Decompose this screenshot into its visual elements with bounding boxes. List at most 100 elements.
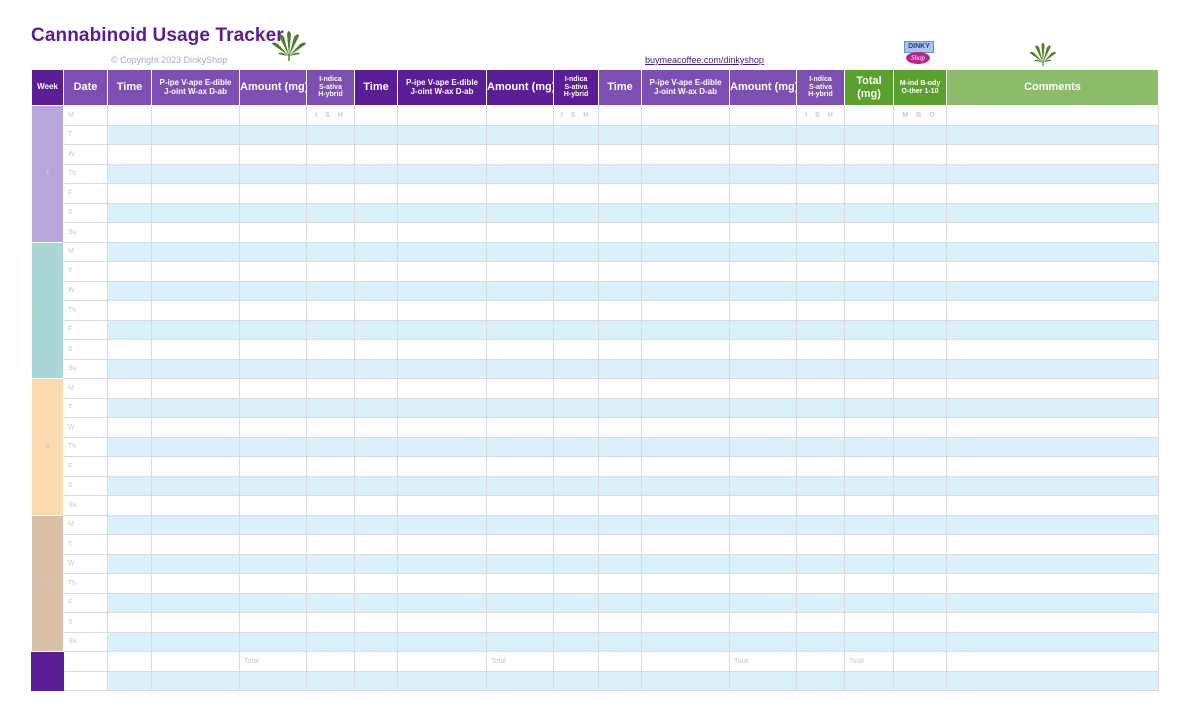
entry-cell[interactable] — [946, 495, 1159, 516]
entry-cell[interactable] — [641, 534, 730, 555]
entry-cell[interactable] — [151, 573, 240, 594]
entry-cell[interactable] — [598, 378, 642, 399]
entry-cell[interactable] — [239, 183, 307, 204]
entry-cell[interactable] — [844, 631, 894, 652]
entry-cell[interactable] — [641, 495, 730, 516]
entry-cell[interactable] — [946, 475, 1159, 496]
entry-cell[interactable] — [486, 202, 554, 223]
entry-cell[interactable] — [107, 163, 152, 184]
entry-cell[interactable] — [151, 553, 240, 574]
entry-cell[interactable] — [729, 105, 797, 126]
entry-cell[interactable] — [306, 202, 355, 223]
entry-cell[interactable] — [354, 339, 398, 360]
entry-cell[interactable] — [598, 105, 642, 126]
entry-cell[interactable] — [239, 573, 307, 594]
entry-cell[interactable] — [107, 202, 152, 223]
entry-cell[interactable] — [796, 592, 845, 613]
entry-cell[interactable] — [107, 261, 152, 282]
entry-cell[interactable] — [844, 592, 894, 613]
entry-cell[interactable] — [239, 105, 307, 126]
entry-cell[interactable] — [796, 124, 845, 145]
entry-cell[interactable] — [946, 183, 1159, 204]
day-label[interactable]: Su — [63, 358, 108, 379]
day-label[interactable]: Su — [63, 631, 108, 652]
entry-cell[interactable] — [354, 475, 398, 496]
entry-cell[interactable] — [354, 378, 398, 399]
entry-cell[interactable] — [397, 202, 487, 223]
entry-cell[interactable] — [553, 300, 599, 321]
entry-cell[interactable] — [729, 417, 797, 438]
entry-cell[interactable] — [844, 378, 894, 399]
entry-cell[interactable] — [239, 436, 307, 457]
entry-cell[interactable] — [397, 183, 487, 204]
entry-cell[interactable] — [946, 514, 1159, 535]
entry-cell[interactable] — [397, 475, 487, 496]
entry-cell[interactable] — [796, 222, 845, 243]
entry-cell[interactable] — [486, 631, 554, 652]
entry-cell[interactable] — [486, 124, 554, 145]
entry-cell[interactable] — [641, 241, 730, 262]
entry-cell[interactable] — [239, 163, 307, 184]
entry-cell[interactable] — [796, 163, 845, 184]
buymeacoffee-link[interactable]: buymeacoffee.com/dinkyshop — [645, 55, 764, 65]
entry-cell[interactable] — [796, 397, 845, 418]
entry-cell[interactable] — [729, 378, 797, 399]
entry-cell[interactable] — [397, 105, 487, 126]
entry-cell[interactable] — [893, 241, 947, 262]
entry-cell[interactable] — [486, 300, 554, 321]
entry-cell[interactable] — [486, 280, 554, 301]
entry-cell[interactable] — [354, 592, 398, 613]
entry-cell[interactable] — [844, 124, 894, 145]
entry-cell[interactable] — [729, 144, 797, 165]
entry-cell[interactable] — [354, 514, 398, 535]
entry-cell[interactable] — [486, 241, 554, 262]
entry-cell[interactable] — [239, 417, 307, 438]
entry-cell[interactable] — [239, 241, 307, 262]
entry-cell[interactable] — [151, 417, 240, 438]
entry-cell[interactable] — [553, 436, 599, 457]
entry-cell[interactable] — [151, 241, 240, 262]
entry-cell[interactable] — [946, 124, 1159, 145]
entry-cell[interactable] — [893, 475, 947, 496]
entry-cell[interactable] — [729, 436, 797, 457]
entry-cell[interactable] — [641, 280, 730, 301]
entry-cell[interactable] — [598, 222, 642, 243]
entry-cell[interactable] — [151, 261, 240, 282]
entry-cell[interactable] — [397, 592, 487, 613]
entry-cell[interactable] — [354, 495, 398, 516]
entry-cell[interactable] — [844, 163, 894, 184]
entry-cell[interactable] — [486, 183, 554, 204]
entry-cell[interactable] — [151, 397, 240, 418]
entry-cell[interactable] — [239, 319, 307, 340]
entry-cell[interactable] — [239, 612, 307, 633]
entry-cell[interactable] — [641, 222, 730, 243]
entry-cell[interactable] — [844, 417, 894, 438]
total-cell[interactable] — [844, 670, 894, 691]
entry-cell[interactable] — [107, 319, 152, 340]
entry-cell[interactable] — [107, 300, 152, 321]
entry-cell[interactable] — [151, 339, 240, 360]
entry-cell[interactable] — [397, 534, 487, 555]
entry-cell[interactable] — [151, 358, 240, 379]
day-label[interactable]: F — [63, 592, 108, 613]
day-label[interactable]: Th — [63, 300, 108, 321]
entry-cell[interactable] — [893, 300, 947, 321]
entry-cell[interactable] — [239, 397, 307, 418]
entry-cell[interactable] — [107, 358, 152, 379]
entry-cell[interactable] — [397, 514, 487, 535]
entry-cell[interactable] — [641, 319, 730, 340]
entry-cell[interactable] — [151, 144, 240, 165]
entry-cell[interactable] — [946, 339, 1159, 360]
total-cell[interactable] — [354, 651, 398, 672]
entry-cell[interactable] — [486, 436, 554, 457]
entry-cell[interactable] — [553, 612, 599, 633]
entry-cell[interactable] — [729, 241, 797, 262]
entry-cell[interactable] — [239, 495, 307, 516]
entry-cell[interactable] — [796, 319, 845, 340]
entry-cell[interactable] — [598, 202, 642, 223]
entry-cell[interactable] — [598, 592, 642, 613]
entry-cell[interactable] — [151, 456, 240, 477]
entry-cell[interactable] — [306, 514, 355, 535]
entry-cell[interactable] — [844, 300, 894, 321]
entry-cell[interactable] — [893, 573, 947, 594]
